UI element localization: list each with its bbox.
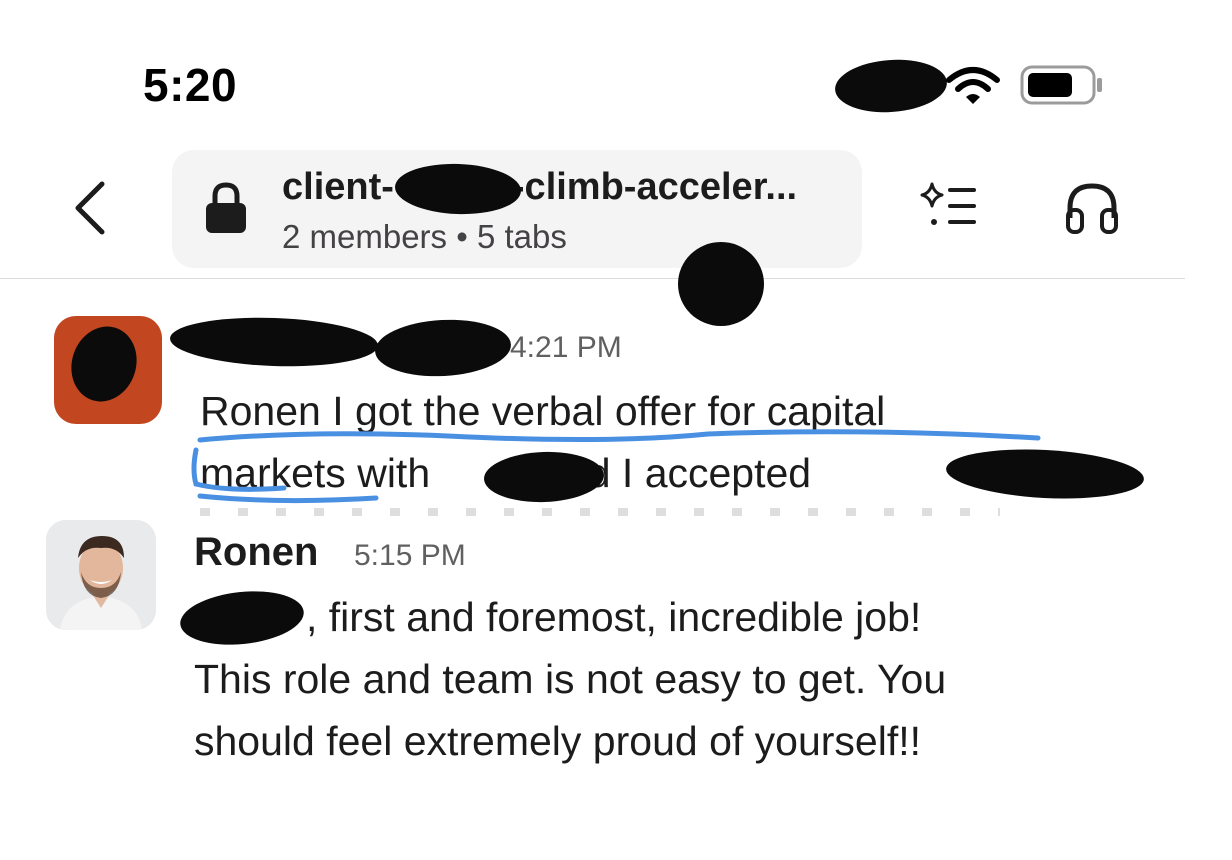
battery-icon <box>1020 65 1102 105</box>
message-text-line: This role and team is not easy to get. Y… <box>194 656 947 702</box>
lock-icon <box>206 182 246 233</box>
headphones-icon <box>1066 183 1118 234</box>
redaction-mark <box>833 56 949 116</box>
channel-name: client- -climb-acceler... <box>282 166 798 208</box>
message-text-line: should feel extremely proud of yourself!… <box>194 718 921 764</box>
profile-photo <box>46 520 156 630</box>
clipped-text-hint <box>200 506 1000 516</box>
meta-separator: • <box>456 218 468 255</box>
message-text-line: , first and foremost, incredible job! <box>306 594 922 640</box>
sender-name[interactable]: Ronen <box>194 530 318 575</box>
redaction-mark <box>373 316 513 380</box>
avatar[interactable] <box>46 520 156 630</box>
wifi-icon <box>946 67 1000 104</box>
back-button[interactable] <box>68 178 112 238</box>
header-divider <box>0 278 1185 279</box>
summary-button[interactable] <box>918 180 978 232</box>
status-time: 5:20 <box>143 59 238 111</box>
channel-meta: 2 members • 5 tabs <box>282 218 567 256</box>
member-count: 2 members <box>282 218 448 255</box>
huddle-button[interactable] <box>1062 180 1122 236</box>
message-timestamp: 4:21 PM <box>510 331 622 364</box>
sparkle-list-icon <box>920 182 976 225</box>
message-timestamp: 5:15 PM <box>354 539 466 572</box>
redaction-mark <box>169 314 379 370</box>
tab-count: 5 tabs <box>476 218 567 255</box>
redaction-mark <box>678 242 764 326</box>
highlight-underline <box>191 429 1041 504</box>
chevron-left-icon <box>75 181 105 235</box>
